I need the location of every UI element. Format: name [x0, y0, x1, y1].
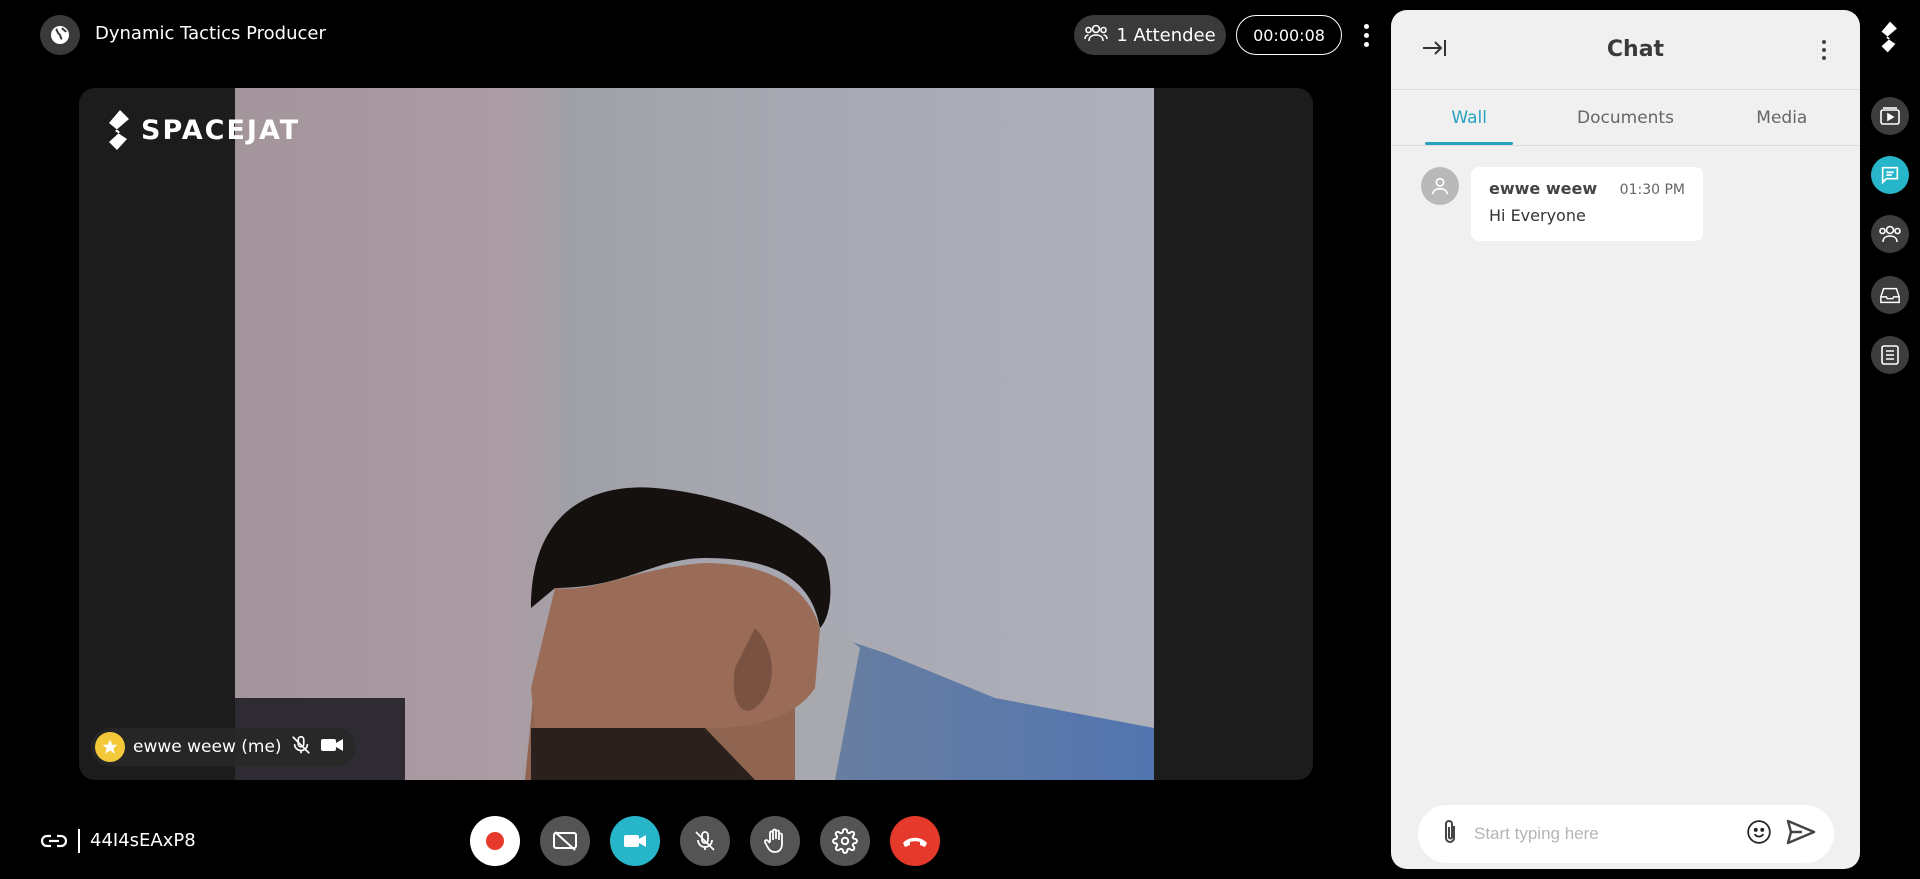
brand-logo: SPACEJAT [107, 110, 300, 150]
emoji-icon[interactable] [1746, 819, 1772, 849]
settings-button[interactable] [820, 816, 870, 866]
record-button[interactable] [470, 816, 520, 866]
chat-title: Chat [1606, 37, 1665, 62]
list-icon[interactable] [1871, 336, 1909, 374]
message-author: ewwe weew [1489, 179, 1598, 198]
mic-off-icon [290, 734, 312, 760]
video-camera-icon [320, 736, 344, 758]
camera-toggle-button[interactable] [610, 816, 660, 866]
chat-composer [1418, 805, 1834, 863]
video-stage: SPACEJAT ewwe weew (me) [79, 88, 1313, 780]
spacejat-logo-icon [1880, 20, 1900, 58]
leave-call-button[interactable] [890, 816, 940, 866]
screen-share-off-icon [553, 831, 577, 851]
mic-off-icon [695, 831, 715, 851]
call-timer: 00:00:08 [1236, 15, 1342, 55]
attendees-button[interactable]: 1 Attendee [1074, 15, 1226, 55]
screen-share-button[interactable] [540, 816, 590, 866]
gear-icon [832, 828, 858, 854]
send-icon[interactable] [1786, 819, 1816, 849]
phone-hangup-icon [903, 837, 927, 847]
chat-message: ewwe weew 01:30 PM Hi Everyone [1421, 167, 1703, 241]
chat-panel: Chat Wall Documents Media ewwe weew 01:3… [1391, 10, 1860, 869]
attach-icon[interactable] [1440, 818, 1460, 850]
participant-video [235, 88, 1154, 780]
brand-name: SPACEJAT [141, 114, 301, 146]
event-title: Dynamic Tactics Producer [95, 23, 326, 44]
tab-wall[interactable]: Wall [1391, 90, 1547, 145]
chat-tabs: Wall Documents Media [1391, 90, 1860, 146]
chat-more-icon[interactable] [1821, 39, 1826, 60]
star-icon [95, 732, 125, 762]
chat-icon[interactable] [1871, 156, 1909, 194]
meeting-id[interactable]: 44I4sEAxP8 [90, 830, 196, 851]
chat-header: Chat [1391, 10, 1860, 90]
inbox-icon[interactable] [1871, 276, 1909, 314]
mic-toggle-button[interactable] [680, 816, 730, 866]
message-text: Hi Everyone [1489, 206, 1586, 225]
avatar [1421, 167, 1459, 205]
call-controls [470, 816, 940, 866]
raise-hand-button[interactable] [750, 816, 800, 866]
tab-media[interactable]: Media [1704, 90, 1860, 145]
people-icon[interactable] [1871, 215, 1909, 253]
collapse-panel-icon[interactable] [1421, 37, 1449, 63]
hand-icon [764, 828, 783, 853]
tab-documents[interactable]: Documents [1547, 90, 1703, 145]
message-time: 01:30 PM [1619, 182, 1685, 198]
people-icon [1084, 23, 1109, 48]
record-icon [486, 832, 504, 850]
video-camera-icon [624, 835, 646, 847]
link-icon[interactable] [40, 829, 68, 857]
participant-name-tag: ewwe weew (me) [91, 728, 356, 766]
media-player-icon[interactable] [1871, 97, 1909, 135]
user-icon [1431, 177, 1449, 195]
divider [78, 829, 80, 853]
message-input[interactable] [1474, 824, 1732, 844]
attendee-count: 1 Attendee [1116, 24, 1216, 46]
side-rail [1860, 0, 1920, 879]
active-tab-indicator [1425, 142, 1513, 145]
message-bubble: ewwe weew 01:30 PM Hi Everyone [1471, 167, 1703, 241]
participant-name: ewwe weew (me) [133, 737, 282, 757]
spacejat-logo-icon [109, 110, 129, 150]
globe-icon[interactable] [40, 15, 80, 55]
more-options-icon[interactable] [1356, 20, 1376, 50]
